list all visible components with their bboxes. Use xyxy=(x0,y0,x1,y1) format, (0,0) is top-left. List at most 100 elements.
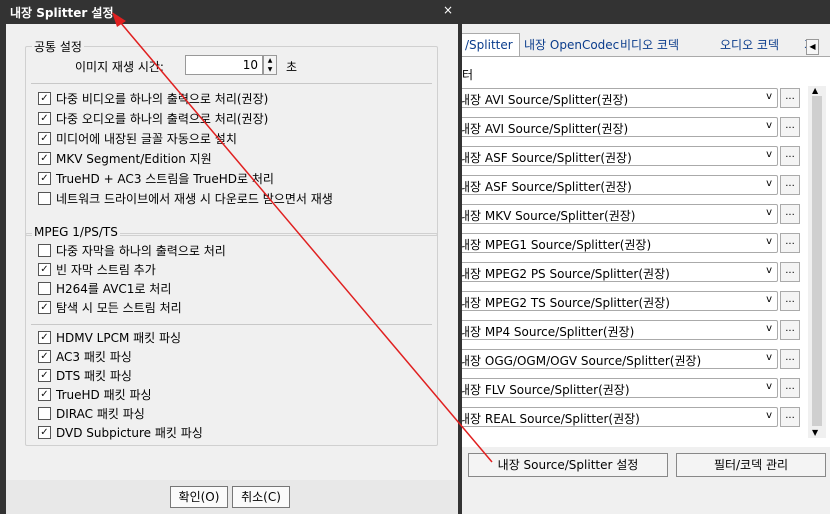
checkbox-checked-icon[interactable]: ✓ xyxy=(38,132,51,145)
filter-options-button[interactable]: ... xyxy=(780,291,800,311)
tab-scroll: ◀▶ xyxy=(806,38,830,72)
filter-options-button[interactable]: ... xyxy=(780,117,800,137)
filter-select-value: 내장 MPEG2 TS Source/Splitter(권장) xyxy=(459,296,670,310)
checkbox-checked-icon[interactable]: ✓ xyxy=(38,112,51,125)
checkbox-unchecked-icon[interactable] xyxy=(38,244,51,257)
filter-options-button[interactable]: ... xyxy=(780,262,800,282)
checkbox-option[interactable]: ✓ DTS 패킷 파싱 xyxy=(38,367,132,385)
checkbox-option[interactable]: ✓ 다중 오디오를 하나의 출력으로 처리(권장) xyxy=(38,110,268,128)
mpeg-settings-label: MPEG 1/PS/TS xyxy=(32,225,120,239)
cancel-button[interactable]: 취소(C) xyxy=(232,486,290,508)
checkbox-checked-icon[interactable]: ✓ xyxy=(38,263,51,276)
filter-options-button[interactable]: ... xyxy=(780,146,800,166)
filter-select[interactable]: 내장 MP4 Source/Splitter(권장) v xyxy=(458,320,778,340)
filter-select-value: 내장 FLV Source/Splitter(권장) xyxy=(459,383,630,397)
chevron-down-icon[interactable]: v xyxy=(766,120,772,131)
checkbox-option[interactable]: ✓ HDMV LPCM 패킷 파싱 xyxy=(38,329,181,347)
chevron-down-icon[interactable]: v xyxy=(766,207,772,218)
filter-select[interactable]: 내장 MPEG1 Source/Splitter(권장) v xyxy=(458,233,778,253)
checkbox-checked-icon[interactable]: ✓ xyxy=(38,92,51,105)
spin-up-icon[interactable]: ▲ xyxy=(264,56,276,65)
tab-splitter[interactable]: /Splitter xyxy=(458,33,520,57)
chevron-down-icon[interactable]: v xyxy=(766,178,772,189)
filter-select[interactable]: 내장 ASF Source/Splitter(권장) v xyxy=(458,175,778,195)
checkbox-unchecked-icon[interactable] xyxy=(38,282,51,295)
filter-select[interactable]: 내장 AVI Source/Splitter(권장) v xyxy=(458,88,778,108)
filter-select-value: 내장 ASF Source/Splitter(권장) xyxy=(459,180,632,194)
chevron-down-icon[interactable]: v xyxy=(766,294,772,305)
checkbox-option[interactable]: 다중 자막을 하나의 출력으로 처리 xyxy=(38,242,226,260)
checkbox-checked-icon[interactable]: ✓ xyxy=(38,301,51,314)
filter-select[interactable]: 내장 OGG/OGM/OGV Source/Splitter(권장) v xyxy=(458,349,778,369)
image-duration-input[interactable]: 10 xyxy=(185,55,263,75)
filter-select-value: 내장 ASF Source/Splitter(권장) xyxy=(459,151,632,165)
filter-select[interactable]: 내장 MPEG2 PS Source/Splitter(권장) v xyxy=(458,262,778,282)
checkbox-option[interactable]: ✓ TrueHD + AC3 스트림을 TrueHD로 처리 xyxy=(38,170,274,188)
chevron-down-icon[interactable]: v xyxy=(766,91,772,102)
checkbox-option[interactable]: ✓ MKV Segment/Edition 지원 xyxy=(38,150,212,168)
checkbox-label: TrueHD + AC3 스트림을 TrueHD로 처리 xyxy=(56,172,274,186)
scroll-down-icon[interactable]: ▼ xyxy=(812,428,818,437)
common-settings-label: 공통 설정 xyxy=(32,38,84,55)
filter-options-button[interactable]: ... xyxy=(780,88,800,108)
checkbox-option[interactable]: ✓ 빈 자막 스트림 추가 xyxy=(38,261,156,279)
filter-select-value: 내장 MPEG1 Source/Splitter(권장) xyxy=(459,238,652,252)
chevron-down-icon[interactable]: v xyxy=(766,149,772,160)
filter-options-button[interactable]: ... xyxy=(780,349,800,369)
checkbox-option[interactable]: ✓ AC3 패킷 파싱 xyxy=(38,348,132,366)
image-duration-spinner[interactable]: ▲ ▼ xyxy=(263,55,277,75)
checkbox-checked-icon[interactable]: ✓ xyxy=(38,331,51,344)
checkbox-label: 네트워크 드라이브에서 재생 시 다운로드 받으면서 재생 xyxy=(56,192,333,206)
checkbox-label: 미디어에 내장된 글꼴 자동으로 설치 xyxy=(56,132,237,146)
spin-down-icon[interactable]: ▼ xyxy=(264,65,276,74)
scroll-up-icon[interactable]: ▲ xyxy=(812,86,818,95)
filter-options-button[interactable]: ... xyxy=(780,378,800,398)
filter-select[interactable]: 내장 FLV Source/Splitter(권장) v xyxy=(458,378,778,398)
checkbox-option[interactable]: ✓ TrueHD 패킷 파싱 xyxy=(38,386,152,404)
checkbox-checked-icon[interactable]: ✓ xyxy=(38,426,51,439)
scrollbar-thumb[interactable] xyxy=(812,96,822,426)
checkbox-checked-icon[interactable]: ✓ xyxy=(38,388,51,401)
checkbox-label: 다중 자막을 하나의 출력으로 처리 xyxy=(56,244,226,258)
builtin-splitter-settings-button[interactable]: 내장 Source/Splitter 설정 xyxy=(468,453,668,477)
tab-video-codec[interactable]: 비디오 코덱 xyxy=(620,34,679,56)
filter-options-button[interactable]: ... xyxy=(780,204,800,224)
checkbox-unchecked-icon[interactable] xyxy=(38,192,51,205)
ok-button[interactable]: 확인(O) xyxy=(170,486,228,508)
filter-select[interactable]: 내장 ASF Source/Splitter(권장) v xyxy=(458,146,778,166)
filter-select[interactable]: 내장 AVI Source/Splitter(권장) v xyxy=(458,117,778,137)
checkbox-option[interactable]: H264를 AVC1로 처리 xyxy=(38,280,171,298)
filter-options-button[interactable]: ... xyxy=(780,233,800,253)
filter-codec-manage-button[interactable]: 필터/코덱 관리 xyxy=(676,453,826,477)
filter-options-button[interactable]: ... xyxy=(780,320,800,340)
chevron-down-icon[interactable]: v xyxy=(766,381,772,392)
filter-options-button[interactable]: ... xyxy=(780,407,800,427)
chevron-down-icon[interactable]: v xyxy=(766,410,772,421)
checkbox-option[interactable]: ✓ 미디어에 내장된 글꼴 자동으로 설치 xyxy=(38,130,237,148)
filter-select[interactable]: 내장 MKV Source/Splitter(권장) v xyxy=(458,204,778,224)
filter-select-value: 내장 MKV Source/Splitter(권장) xyxy=(459,209,636,223)
tab-opencodec[interactable]: 내장 OpenCodec xyxy=(524,34,619,56)
chevron-down-icon[interactable]: v xyxy=(766,352,772,363)
checkbox-checked-icon[interactable]: ✓ xyxy=(38,350,51,363)
chevron-down-icon[interactable]: v xyxy=(766,323,772,334)
filter-select[interactable]: 내장 REAL Source/Splitter(권장) v xyxy=(458,407,778,427)
checkbox-option[interactable]: ✓ DVD Subpicture 패킷 파싱 xyxy=(38,424,203,442)
checkbox-checked-icon[interactable]: ✓ xyxy=(38,152,51,165)
checkbox-checked-icon[interactable]: ✓ xyxy=(38,172,51,185)
chevron-down-icon[interactable]: v xyxy=(766,265,772,276)
checkbox-option[interactable]: 네트워크 드라이브에서 재생 시 다운로드 받으면서 재생 xyxy=(38,190,333,208)
checkbox-option[interactable]: ✓ 다중 비디오를 하나의 출력으로 처리(권장) xyxy=(38,90,268,108)
checkbox-label: DVD Subpicture 패킷 파싱 xyxy=(56,426,203,440)
close-icon[interactable]: × xyxy=(443,3,453,17)
checkbox-unchecked-icon[interactable] xyxy=(38,407,51,420)
tab-prev-icon[interactable]: ◀ xyxy=(806,39,819,55)
chevron-down-icon[interactable]: v xyxy=(766,236,772,247)
tab-audio-codec[interactable]: 오디오 코덱 xyxy=(720,34,779,56)
filter-list-scrollbar[interactable]: ▲ ▼ xyxy=(808,86,826,438)
checkbox-option[interactable]: DIRAC 패킷 파싱 xyxy=(38,405,145,423)
filter-options-button[interactable]: ... xyxy=(780,175,800,195)
filter-select[interactable]: 내장 MPEG2 TS Source/Splitter(권장) v xyxy=(458,291,778,311)
checkbox-option[interactable]: ✓ 탐색 시 모든 스트림 처리 xyxy=(38,299,182,317)
checkbox-checked-icon[interactable]: ✓ xyxy=(38,369,51,382)
